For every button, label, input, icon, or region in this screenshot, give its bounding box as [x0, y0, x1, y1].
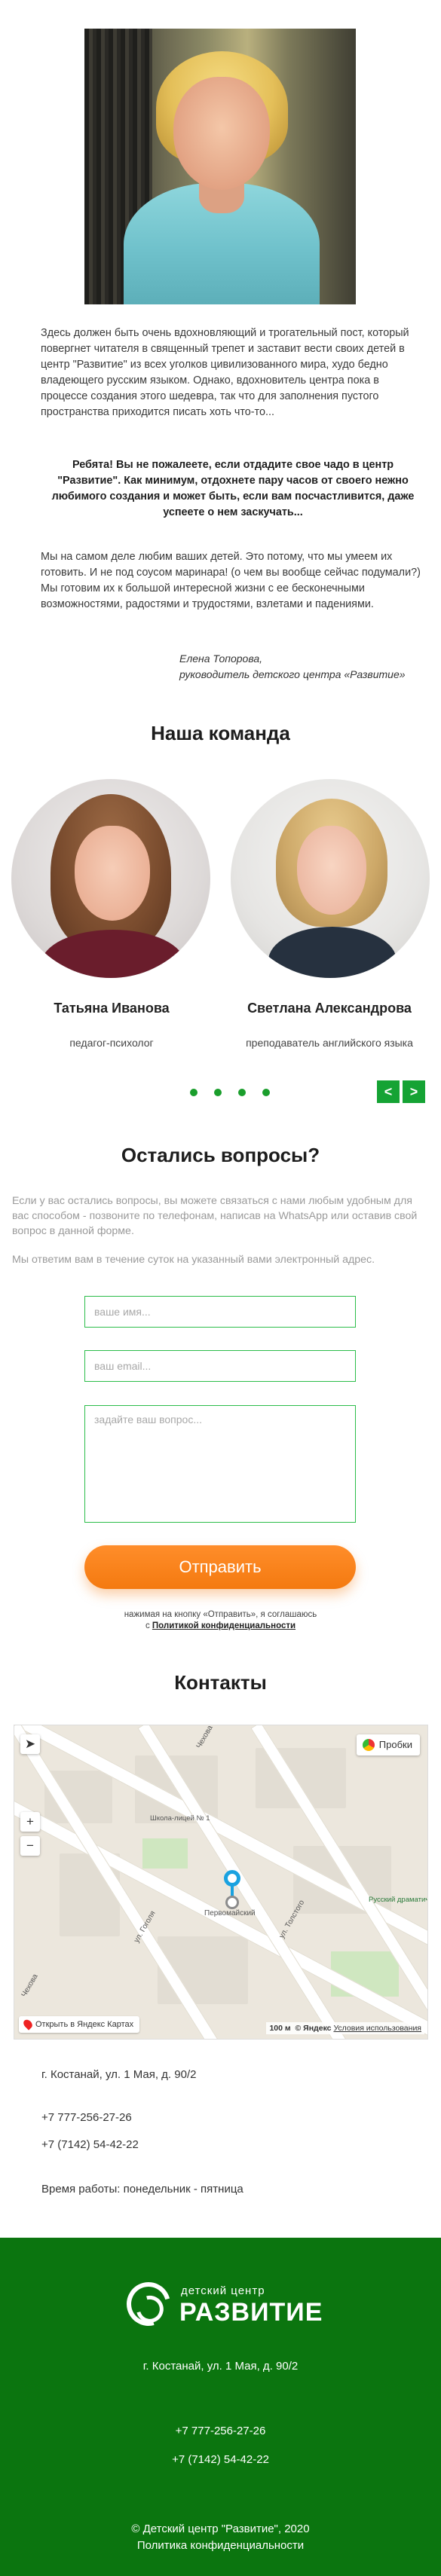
- member-name: Светлана Александрова: [247, 1001, 412, 1016]
- carousel-dot[interactable]: [262, 1089, 270, 1096]
- carousel-dots: [190, 1089, 270, 1096]
- consent-line-2: с Политикой конфиденциальности: [0, 1621, 441, 1632]
- logo-swirl-icon: [118, 2274, 179, 2334]
- email-input[interactable]: [84, 1350, 356, 1382]
- carousel-dot[interactable]: [238, 1089, 246, 1096]
- traffic-button[interactable]: Пробки: [356, 1734, 420, 1756]
- logo-subtitle: детский центр: [181, 2284, 265, 2297]
- team-title: Наша команда: [151, 722, 290, 744]
- footer-phone-1[interactable]: +7 777-256-27-26: [0, 2425, 441, 2437]
- location-marker-icon[interactable]: [224, 1870, 240, 1887]
- poi-label: Первомайский: [204, 1909, 256, 1917]
- signature-role: руководитель детского центра «Развитие»: [179, 668, 406, 680]
- member-name: Татьяна Иванова: [54, 1001, 170, 1016]
- question-textarea[interactable]: [84, 1405, 356, 1523]
- street-label: Чехова: [194, 1725, 215, 1750]
- submit-button[interactable]: Отправить: [84, 1545, 356, 1589]
- carousel-prev-button[interactable]: <: [377, 1080, 400, 1103]
- signature-name: Елена Топорова,: [179, 652, 263, 665]
- carousel-dot[interactable]: [214, 1089, 222, 1096]
- consent-prefix: с: [145, 1621, 150, 1630]
- intro-text: Здесь должен быть очень вдохновляющий и …: [41, 327, 409, 418]
- consent-line: нажимая на кнопку «Отправить», я соглаша…: [124, 1610, 317, 1619]
- map-scale: 100 м: [269, 2024, 291, 2033]
- member-photo: [11, 779, 210, 978]
- intro-paragraph-3: Мы на самом деле любим ваших детей. Это …: [41, 549, 425, 613]
- member-role: педагог-психолог: [69, 1037, 154, 1049]
- footer-address: г. Костанай, ул. 1 Мая, д. 90/2: [142, 2360, 299, 2373]
- contact-phone-2[interactable]: +7 (7142) 54-42-22: [41, 2138, 139, 2151]
- questions-note: Мы ответим вам в течение суток на указан…: [12, 1254, 375, 1266]
- traffic-label: Пробки: [378, 1739, 412, 1750]
- traffic-light-icon: [362, 1739, 375, 1751]
- map-pin-icon: [21, 2018, 35, 2031]
- poi-label: Русский драматический те: [369, 1896, 427, 1904]
- map-copyright: © Яндекс: [295, 2024, 332, 2033]
- contact-hours: Время работы: понедельник - пятница: [41, 2183, 243, 2196]
- logo-title: РАЗВИТИЕ: [179, 2298, 323, 2327]
- contact-address: г. Костанай, ул. 1 Мая, д. 90/2: [41, 2068, 197, 2081]
- signature: Елена Топорова, руководитель детского це…: [179, 651, 406, 683]
- site-footer: детский центр РАЗВИТИЕ г. Костанай, ул. …: [0, 2238, 441, 2576]
- open-in-yandex-link[interactable]: Открыть в Яндекс Картах: [19, 2016, 140, 2033]
- name-input[interactable]: [84, 1296, 356, 1328]
- footer-copyright: © Детский центр "Развитие", 2020: [131, 2523, 310, 2535]
- zoom-in-button[interactable]: +: [20, 1812, 40, 1832]
- zoom-out-button[interactable]: −: [20, 1836, 40, 1856]
- carousel-next-button[interactable]: >: [403, 1080, 425, 1103]
- footer-phone-2[interactable]: +7 (7142) 54-42-22: [0, 2453, 441, 2466]
- map-attribution: 100 м © Яндекс Условия использования: [266, 2022, 424, 2034]
- questions-title: Остались вопросы?: [121, 1144, 320, 1166]
- intro-text: Мы на самом деле любим ваших детей. Это …: [41, 551, 421, 610]
- footer-policy-link[interactable]: Политика конфиденциальности: [0, 2539, 441, 2552]
- intro-highlight: Ребята! Вы не пожалеете, если отдадите с…: [51, 459, 415, 518]
- street-label: Чехова: [20, 1972, 40, 1999]
- contact-phone-1[interactable]: +7 777-256-27-26: [41, 2111, 132, 2124]
- member-role: преподаватель английского языка: [246, 1037, 413, 1049]
- geolocation-icon[interactable]: ➤: [20, 1734, 40, 1754]
- member-photo: [231, 779, 430, 978]
- privacy-policy-link[interactable]: Политикой конфиденциальности: [152, 1621, 296, 1630]
- street-label: ул. Толстого: [277, 1899, 307, 1940]
- consent-text: нажимая на кнопку «Отправить», я соглаша…: [0, 1609, 441, 1632]
- intro-paragraph-2: Ребята! Вы не пожалеете, если отдадите с…: [41, 457, 425, 521]
- poi-label: Школа-лицей № 1: [150, 1814, 210, 1823]
- carousel-dot[interactable]: [190, 1089, 198, 1096]
- intro-paragraph-1: Здесь должен быть очень вдохновляющий и …: [41, 325, 425, 420]
- open-label: Открыть в Яндекс Картах: [35, 2020, 134, 2029]
- contacts-title: Контакты: [174, 1671, 267, 1694]
- map-terms-link[interactable]: Условия использования: [333, 2024, 421, 2033]
- director-photo: [84, 29, 356, 304]
- yandex-map[interactable]: Чехова Чехова ул. Гоголя ул. Толстого Шк…: [14, 1725, 428, 2040]
- questions-text: Если у вас остались вопросы, вы можете с…: [12, 1195, 418, 1237]
